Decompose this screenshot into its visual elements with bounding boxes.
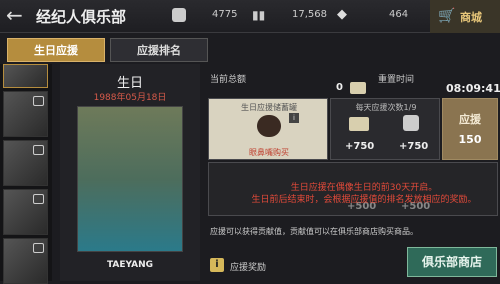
savings-jar-box[interactable]: 生日应援储蓄罐 i 眼鼻嘴购买 — [208, 98, 328, 160]
shield-icon — [172, 8, 186, 22]
page-title: 经纪人俱乐部 — [36, 8, 127, 26]
jar-title: 生日应援储蓄罐 — [241, 103, 297, 112]
cart-icon: 🛒 — [438, 8, 456, 24]
shop-label: 商城 — [460, 11, 482, 24]
support-panel: 当前总额 0 重置时间 08:09:41 生日应援储蓄罐 i 眼鼻嘴购买 每天应… — [206, 64, 500, 281]
top-bar: ← 经纪人俱乐部 4775 ▮▮ 17,568 ◆ 464 🛒 商城 — [0, 0, 500, 33]
support-button[interactable]: 应援 150 — [442, 98, 498, 160]
diamond-icon: ◆ — [337, 7, 347, 22]
notice-line-2: 生日前后结束时，会根据应援值的排名发放相应的奖励。 — [251, 195, 477, 205]
tab-birthday-support[interactable]: 生日应援 — [7, 38, 105, 62]
idol-thumb[interactable] — [3, 91, 48, 137]
lock-icon — [33, 194, 44, 204]
birthday-heading: 生日 — [116, 76, 143, 91]
idol-card: 生日 1988年05月18日 TAEYANG — [60, 64, 200, 281]
club-shop-button[interactable]: 俱乐部商店 — [407, 247, 497, 277]
reset-time-value: 08:09:41 — [446, 82, 500, 95]
resource-2-count: 17,568 — [292, 9, 327, 20]
idol-list — [0, 64, 52, 284]
idol-thumb[interactable] — [3, 189, 48, 235]
notice-line-1: 生日应援在偶像生日的前30天开启。 — [290, 183, 438, 193]
shop-button[interactable]: 🛒 商城 — [430, 0, 500, 33]
lock-icon — [33, 145, 44, 155]
lock-icon — [33, 96, 44, 106]
reset-time-label: 重置时间 — [378, 75, 415, 85]
lock-icon — [33, 243, 44, 253]
idol-thumb[interactable] — [3, 238, 48, 284]
idol-photo — [77, 106, 183, 252]
info-icon[interactable]: i — [210, 258, 224, 272]
idol-name: TAEYANG — [106, 260, 154, 270]
daily-count: 每天应援次数1/9 — [355, 103, 417, 112]
heart-ticket-icon — [349, 117, 369, 131]
idol-thumb[interactable] — [3, 64, 48, 88]
info-icon[interactable]: i — [289, 113, 299, 123]
resource-1-count: 4775 — [212, 9, 238, 20]
jar-buy-label: 眼鼻嘴购买 — [249, 148, 289, 157]
star-badge-icon — [403, 115, 419, 131]
support-button-value: 150 — [458, 133, 482, 146]
support-button-label: 应援 — [459, 113, 481, 126]
piggy-bank-icon — [257, 115, 281, 137]
back-arrow-icon[interactable]: ← — [6, 5, 30, 27]
birthday-date: 1988年05月18日 — [93, 93, 167, 103]
total-value: 0 — [336, 82, 343, 93]
bars-icon: ▮▮ — [252, 8, 266, 22]
total-label: 当前总额 — [210, 75, 247, 85]
daily-value-2: +750 — [399, 141, 429, 152]
heart-ticket-icon — [350, 82, 366, 94]
footer-description: 应援可以获得贡献值，贡献值可以在俱乐部商店购买商品。 — [210, 227, 418, 236]
resource-3-count: 464 — [389, 9, 409, 20]
daily-support-box: 每天应援次数1/9 +750 +750 — [330, 98, 440, 160]
daily-value-1: +750 — [345, 141, 375, 152]
tab-support-ranking[interactable]: 应援排名 — [110, 38, 208, 62]
idol-thumb[interactable] — [3, 140, 48, 186]
support-reward-link[interactable]: 应援奖励 — [230, 260, 266, 273]
